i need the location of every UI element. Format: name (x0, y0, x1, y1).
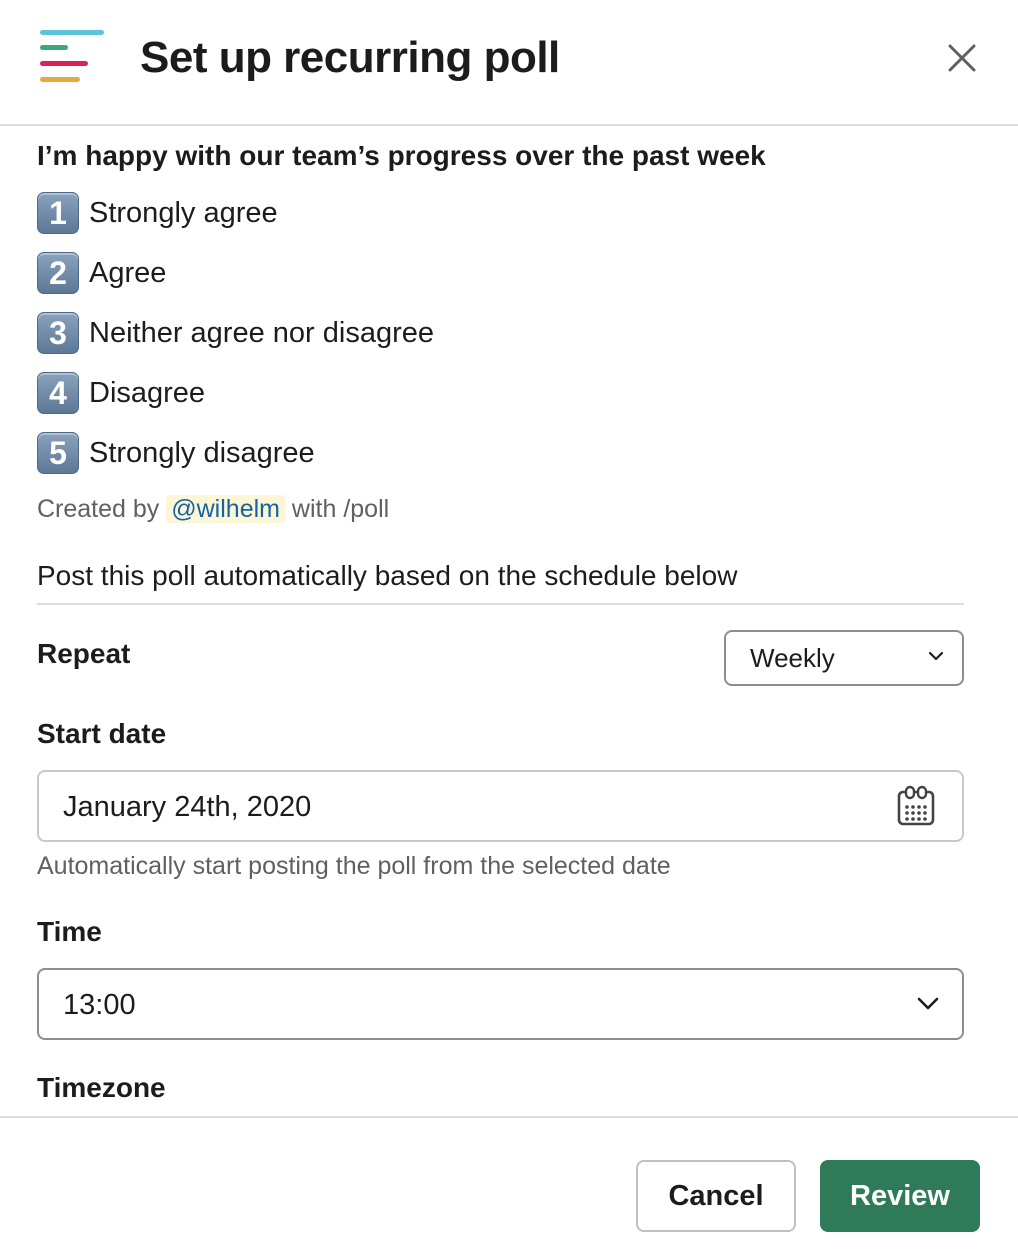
poll-option: 3 Neither agree nor disagree (37, 310, 434, 356)
start-date-picker[interactable]: January 24th, 2020 (37, 770, 964, 842)
poll-option: 5 Strongly disagree (37, 430, 315, 476)
cancel-button[interactable]: Cancel (636, 1160, 796, 1232)
poll-option: 4 Disagree (37, 370, 205, 416)
keycap-four-icon: 4 (37, 372, 79, 414)
poll-app-logo-icon (38, 30, 106, 86)
start-date-label: Start date (37, 718, 167, 749)
poll-option-label: Strongly agree (89, 196, 278, 229)
poll-question: I’m happy with our team’s progress over … (37, 140, 766, 171)
chevron-down-icon (928, 651, 944, 661)
poll-option-label: Strongly disagree (89, 436, 315, 469)
recurring-poll-modal: Set up recurring poll I’m happy with our… (0, 0, 1018, 1258)
keycap-two-icon: 2 (37, 252, 79, 294)
repeat-select[interactable]: Weekly (724, 630, 964, 686)
calendar-icon (897, 785, 935, 826)
chevron-down-icon (917, 997, 939, 1010)
repeat-select-value: Weekly (750, 643, 835, 673)
start-date-hint: Automatically start posting the poll fro… (37, 852, 671, 880)
user-mention-link[interactable]: @wilhelm (166, 495, 285, 523)
time-select[interactable]: 13:00 (37, 968, 964, 1040)
keycap-one-icon: 1 (37, 192, 79, 234)
modal-header: Set up recurring poll (0, 0, 1018, 126)
schedule-description: Post this poll automatically based on th… (37, 560, 738, 591)
close-icon (948, 44, 976, 72)
time-select-value: 13:00 (63, 989, 136, 1021)
keycap-three-icon: 3 (37, 312, 79, 354)
poll-option-label: Agree (89, 256, 167, 289)
modal-footer: Cancel Review (0, 1116, 1018, 1258)
start-date-value: January 24th, 2020 (63, 791, 312, 823)
poll-option-label: Neither agree nor disagree (89, 316, 434, 349)
timezone-label: Timezone (37, 1072, 166, 1103)
keycap-five-icon: 5 (37, 432, 79, 474)
created-by-prefix: Created by (37, 495, 167, 523)
modal-body[interactable]: I’m happy with our team’s progress over … (0, 128, 1018, 1116)
poll-option-label: Disagree (89, 376, 206, 409)
poll-creator-line: Created by @wilhelm with /poll (37, 492, 389, 526)
time-label: Time (37, 916, 102, 947)
poll-option: 2 Agree (37, 250, 166, 296)
section-divider (37, 603, 964, 605)
close-button[interactable] (936, 32, 988, 84)
modal-title: Set up recurring poll (140, 33, 560, 82)
created-by-suffix: with /poll (284, 495, 390, 523)
repeat-label: Repeat (37, 638, 131, 669)
review-button[interactable]: Review (820, 1160, 980, 1232)
poll-option: 1 Strongly agree (37, 190, 278, 236)
